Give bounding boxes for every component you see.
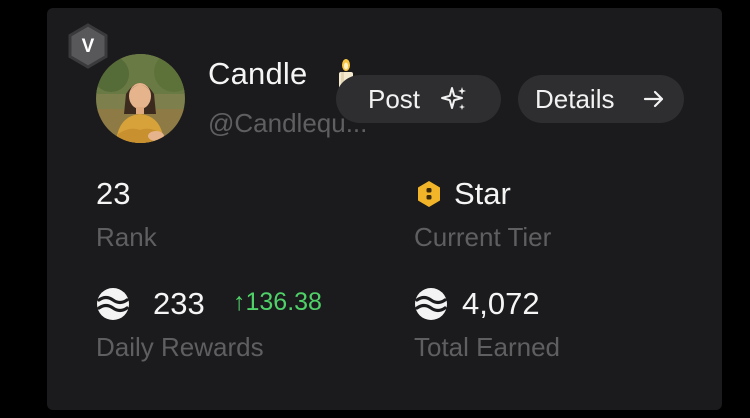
avatar[interactable] bbox=[96, 54, 185, 143]
tier-value: Star bbox=[454, 176, 511, 211]
sparkles-icon bbox=[440, 75, 468, 123]
display-name: Candle bbox=[208, 56, 308, 91]
wave-coin-icon bbox=[414, 287, 448, 321]
daily-rewards-label: Daily Rewards bbox=[96, 332, 264, 362]
rank-label: Rank bbox=[96, 222, 157, 252]
rank-value: 23 bbox=[96, 176, 131, 211]
verified-letter: V bbox=[81, 36, 95, 57]
star-tier-hexagon-icon bbox=[416, 180, 442, 208]
page: V Candle @Candlequ... Post Details 23 Ra… bbox=[0, 0, 750, 418]
daily-change: ↑136.38 bbox=[233, 288, 322, 316]
details-button-label: Details bbox=[535, 84, 615, 114]
daily-rewards-value: 233 bbox=[153, 286, 205, 321]
total-earned-value: 4,072 bbox=[462, 286, 540, 321]
tier-label: Current Tier bbox=[414, 222, 552, 252]
post-button-label: Post bbox=[368, 84, 421, 114]
total-earned-label: Total Earned bbox=[414, 332, 560, 362]
wave-coin-icon bbox=[96, 287, 130, 321]
details-button[interactable]: Details bbox=[518, 75, 684, 123]
arrow-right-icon bbox=[642, 75, 666, 123]
verified-badge-icon: V bbox=[65, 23, 111, 69]
post-button[interactable]: Post bbox=[336, 75, 501, 123]
